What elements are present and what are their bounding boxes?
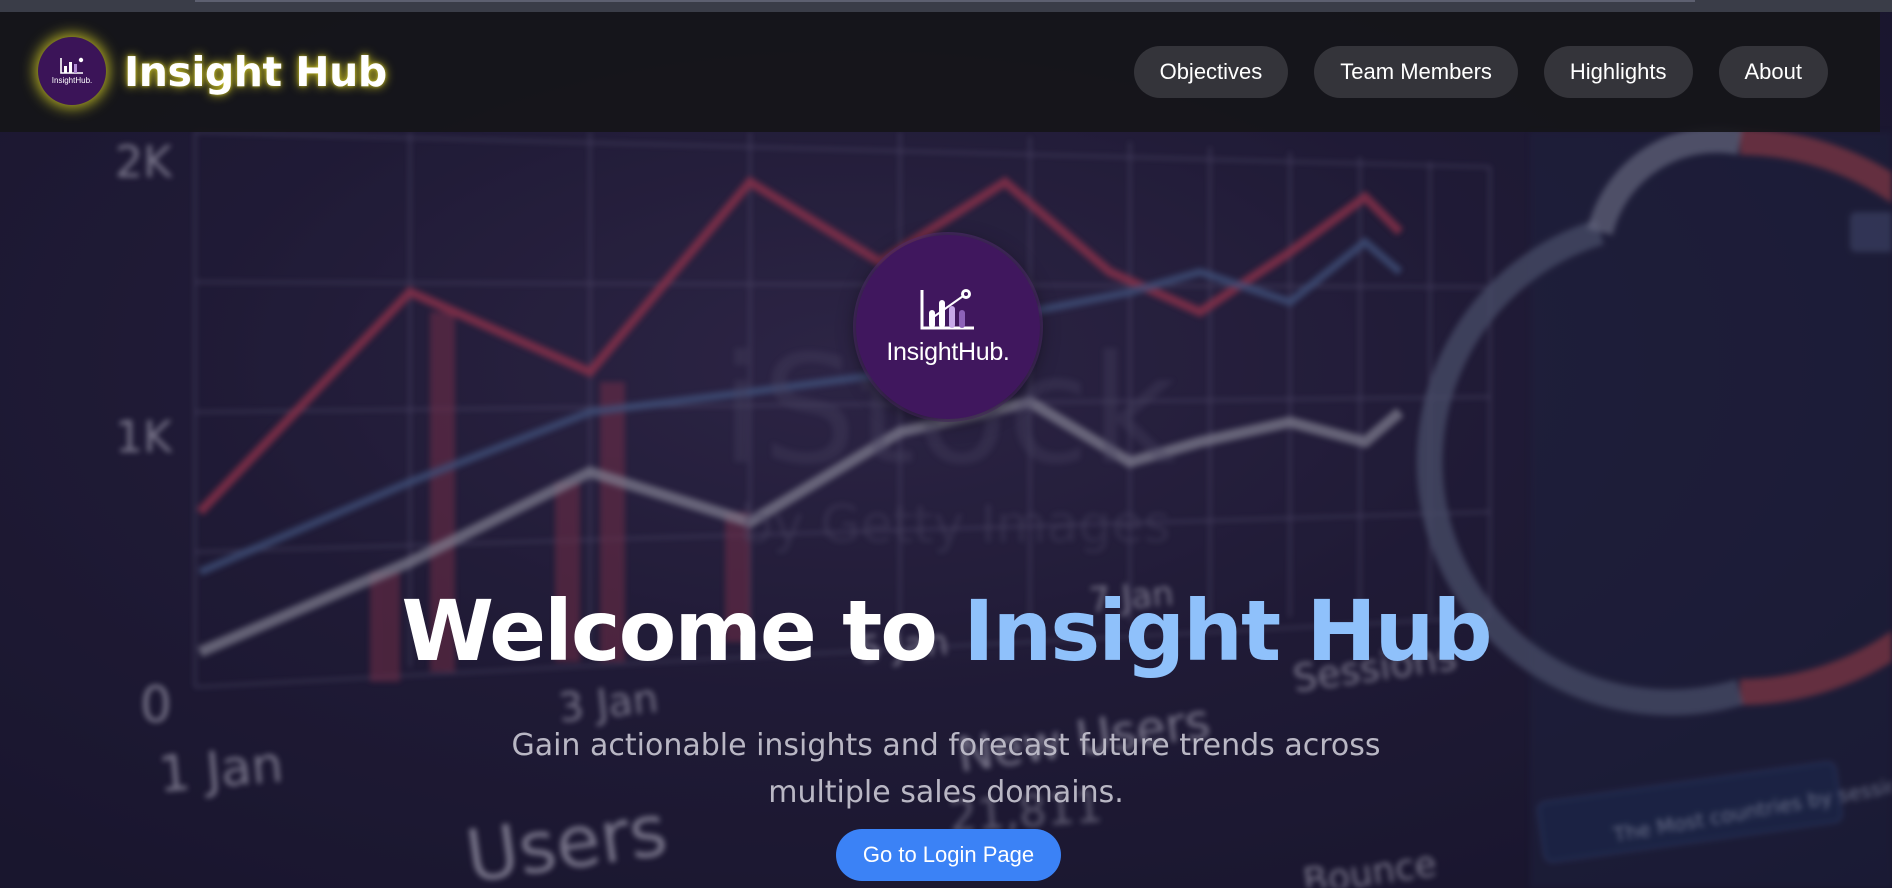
- nav-about[interactable]: About: [1718, 46, 1828, 98]
- brand-title[interactable]: Insight Hub: [124, 48, 387, 96]
- hero-logo-text: InsightHub.: [886, 337, 1010, 366]
- headline-prefix: Welcome to: [401, 582, 964, 681]
- nav-logo[interactable]: InsightHub.: [38, 37, 106, 105]
- nav-team-members[interactable]: Team Members: [1314, 46, 1518, 98]
- nav-objectives[interactable]: Objectives: [1133, 46, 1289, 98]
- chart-logo-icon: [920, 288, 974, 329]
- browser-strip-line: [195, 0, 1695, 2]
- login-button[interactable]: Go to Login Page: [836, 829, 1061, 881]
- hero-subtitle: Gain actionable insights and forecast fu…: [511, 728, 1381, 810]
- nav-highlights[interactable]: Highlights: [1543, 46, 1693, 98]
- hero-logo: InsightHub.: [856, 235, 1040, 419]
- chart-logo-icon: [60, 57, 84, 74]
- nav-links: Objectives Team Members Highlights About: [1133, 46, 1828, 98]
- top-navbar: InsightHub. Insight Hub Objectives Team …: [0, 12, 1880, 132]
- browser-top-strip: [0, 0, 1892, 12]
- headline-accent: Insight Hub: [963, 582, 1492, 681]
- hero-headline: Welcome to Insight Hub: [0, 581, 1892, 681]
- nav-logo-text: InsightHub.: [51, 76, 93, 85]
